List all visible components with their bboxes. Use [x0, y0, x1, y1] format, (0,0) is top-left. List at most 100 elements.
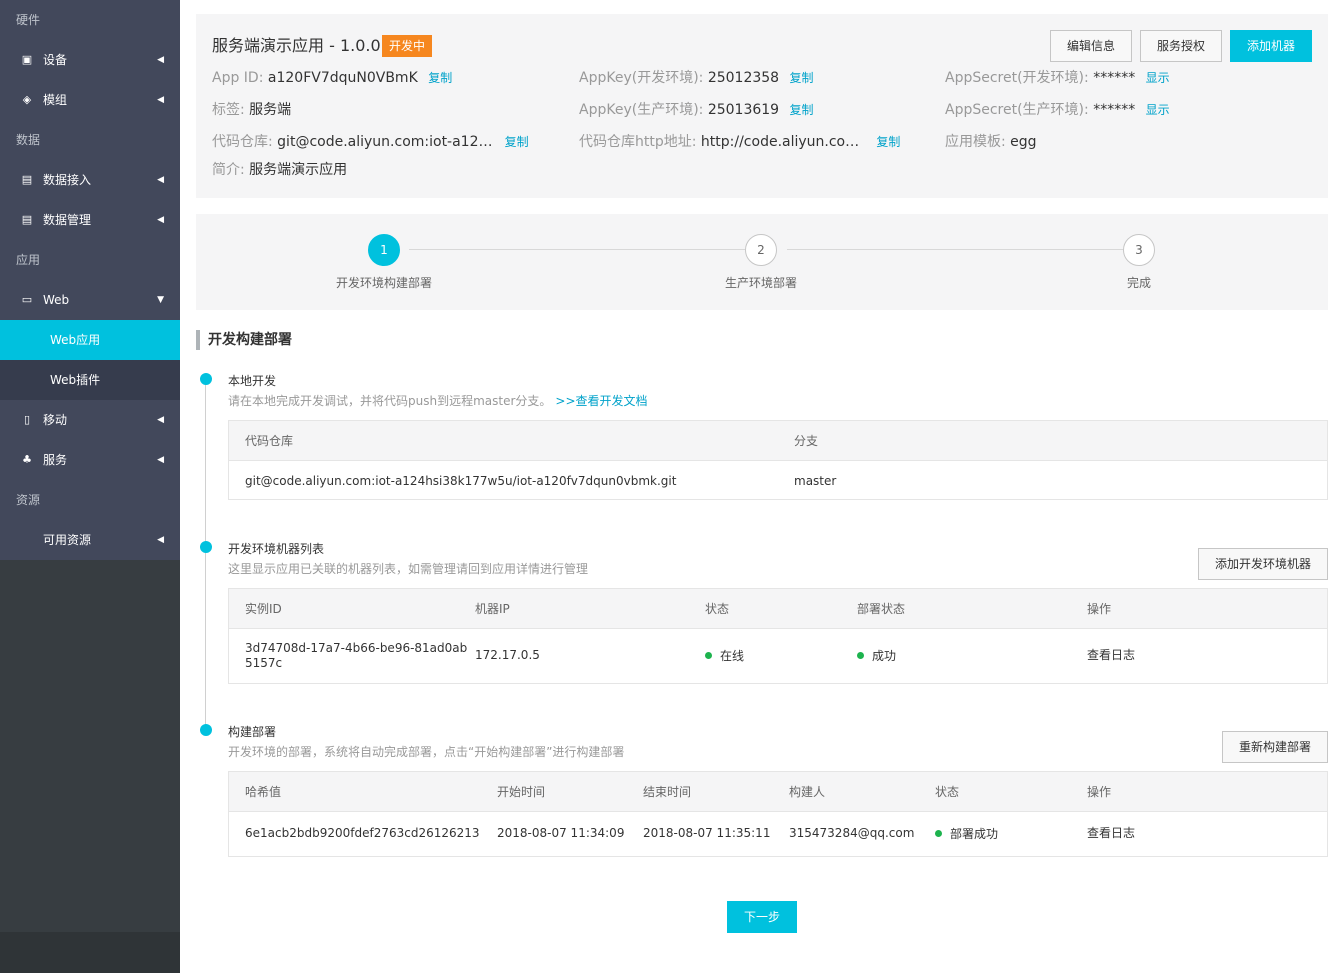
build-status-text: 部署成功: [950, 827, 999, 841]
add-machine-button[interactable]: 添加机器: [1230, 30, 1312, 62]
column-header: 代码仓库: [245, 434, 294, 448]
sidebar-item-label: 可用资源: [43, 533, 92, 547]
template-field: 应用模板: egg: [945, 132, 1037, 152]
secret-dev-value: ******: [1093, 70, 1136, 86]
local-dev-title: 本地开发: [228, 374, 277, 388]
tag-field: 标签: 服务端: [212, 100, 291, 120]
column-header: 实例ID: [245, 602, 282, 616]
column-header: 操作: [1087, 785, 1112, 799]
sidebar-menu: 硬件 ▣ 设备 ◀ ◈ 模组 ◀ 数据 ▤ 数据接入 ◀ ▤ 数据管理 ◀ 应用…: [0, 0, 180, 560]
section-title: 开发构建部署: [196, 330, 292, 350]
column-header: 操作: [1087, 602, 1112, 616]
chevron-left-icon: ◀: [157, 215, 164, 225]
branch-cell: master: [794, 474, 837, 488]
template-label: 应用模板:: [945, 134, 1006, 150]
sidebar-item-service[interactable]: ♣ 服务 ◀: [0, 440, 180, 480]
timeline-dot: [200, 724, 212, 736]
secret-prod-value: ******: [1093, 102, 1136, 118]
repo-value: git@code.aliyun.com:iot-a124hsi38k177w5u…: [277, 134, 495, 150]
column-header: 哈希值: [245, 785, 282, 799]
chevron-down-icon: ▼: [157, 295, 164, 305]
deploy-status-text: 成功: [872, 649, 897, 663]
monitor-icon: ▭: [21, 293, 33, 306]
repo-http-value: http://code.aliyun.com/iot-a124hsi38k177…: [700, 134, 866, 150]
sidebar: 硬件 ▣ 设备 ◀ ◈ 模组 ◀ 数据 ▤ 数据接入 ◀ ▤ 数据管理 ◀ 应用…: [0, 0, 180, 973]
sidebar-item-data-access[interactable]: ▤ 数据接入 ◀: [0, 160, 180, 200]
device-icon: ▣: [21, 53, 33, 66]
build-desc: 开发环境的部署，系统将自动完成部署，点击“开始构建部署”进行构建部署: [228, 745, 625, 759]
secret-dev-label: AppSecret(开发环境):: [945, 70, 1089, 86]
view-log-link[interactable]: 查看日志: [1087, 813, 1135, 853]
sidebar-item-resources[interactable]: 可用资源 ◀: [0, 520, 180, 560]
mobile-icon: ▯: [23, 413, 31, 426]
next-step-button[interactable]: 下一步: [727, 901, 797, 933]
column-header: 机器IP: [475, 602, 510, 616]
chevron-left-icon: ◀: [157, 535, 164, 545]
app-info-panel: 服务端演示应用 - 1.0.0 开发中 编辑信息 服务授权 添加机器 App I…: [196, 14, 1328, 198]
main-content: 服务端演示应用 - 1.0.0 开发中 编辑信息 服务授权 添加机器 App I…: [180, 0, 1343, 973]
database-icon: ▤: [21, 173, 33, 186]
table-header: 哈希值 开始时间 结束时间 构建人 状态 操作: [229, 772, 1327, 812]
app-id-field: App ID: a120FV7dquN0VBmK 复制: [212, 68, 452, 88]
repo-table: 代码仓库 分支 git@code.aliyun.com:iot-a124hsi3…: [228, 420, 1328, 500]
summary-field: 简介: 服务端演示应用: [212, 160, 347, 180]
deploy-status-cell: 成功: [857, 636, 896, 676]
machines-title: 开发环境机器列表: [228, 542, 325, 556]
appkey-prod-label: AppKey(生产环境):: [579, 102, 704, 118]
sidebar-item-web-plugin[interactable]: Web插件: [0, 360, 180, 400]
step-1-circle: 1: [368, 234, 400, 266]
step-2-label: 生产环境部署: [724, 276, 797, 290]
sidebar-item-device[interactable]: ▣ 设备 ◀: [0, 40, 180, 80]
service-auth-button[interactable]: 服务授权: [1140, 30, 1222, 62]
sidebar-footer[interactable]: [0, 932, 180, 973]
appkey-prod-value: 25013619: [707, 102, 780, 118]
sidebar-item-web[interactable]: ▭ Web ▼: [0, 280, 180, 320]
rebuild-button[interactable]: 重新构建部署: [1222, 731, 1328, 763]
timeline-line: [205, 384, 206, 728]
edit-info-button[interactable]: 编辑信息: [1050, 30, 1132, 62]
column-header: 部署状态: [857, 602, 906, 616]
appkey-dev-field: AppKey(开发环境): 25012358 复制: [579, 68, 814, 88]
copy-appkey-dev-link[interactable]: 复制: [790, 71, 814, 85]
sidebar-item-label: 设备: [43, 53, 68, 67]
copy-app-id-link[interactable]: 复制: [428, 71, 452, 85]
column-header: 状态: [935, 785, 960, 799]
database-icon: ▤: [21, 213, 33, 226]
chevron-left-icon: ◀: [157, 415, 164, 425]
instance-id-cell: 3d74708d-17a7-4b66-be96-81ad0ab 5157c: [245, 641, 467, 671]
chevron-left-icon: ◀: [157, 175, 164, 185]
secret-prod-field: AppSecret(生产环境): ****** 显示: [945, 100, 1170, 120]
show-secret-prod-link[interactable]: 显示: [1146, 103, 1170, 117]
dev-doc-link[interactable]: >>查看开发文档: [555, 394, 647, 408]
view-log-link[interactable]: 查看日志: [1087, 635, 1135, 675]
instance-id-line: 5157c: [245, 656, 283, 670]
hash-cell: 6e1acb2bdb9200fdef2763cd26126213: [245, 826, 480, 840]
sidebar-item-data-manage[interactable]: ▤ 数据管理 ◀: [0, 200, 180, 240]
copy-repo-http-link[interactable]: 复制: [876, 135, 900, 149]
sidebar-item-mobile[interactable]: ▯ 移动 ◀: [0, 400, 180, 440]
step-indicator: 1 2 3 开发环境构建部署 生产环境部署 完成: [196, 214, 1328, 310]
sidebar-group-app: 应用: [16, 253, 41, 267]
machine-table: 实例ID 机器IP 状态 部署状态 操作 3d74708d-17a7-4b66-…: [228, 588, 1328, 684]
copy-appkey-prod-link[interactable]: 复制: [790, 103, 814, 117]
copy-repo-link[interactable]: 复制: [505, 135, 529, 149]
status-cell: 在线: [705, 636, 744, 676]
end-time-cell: 2018-08-07 11:35:11: [643, 826, 771, 840]
sidebar-group-resources: 资源: [16, 493, 41, 507]
column-header: 开始时间: [497, 785, 546, 799]
step-2-circle: 2: [745, 234, 777, 266]
step-3-label: 完成: [1126, 276, 1151, 290]
show-secret-dev-link[interactable]: 显示: [1146, 71, 1170, 85]
sidebar-group-data: 数据: [16, 133, 41, 147]
build-status-cell: 部署成功: [935, 814, 998, 854]
sidebar-item-label: 数据接入: [43, 173, 92, 187]
sidebar-item-label: 数据管理: [43, 213, 92, 227]
sidebar-item-web-app[interactable]: Web应用: [0, 320, 180, 360]
repo-cell: git@code.aliyun.com:iot-a124hsi38k177w5u…: [245, 474, 677, 488]
add-dev-machine-button[interactable]: 添加开发环境机器: [1198, 548, 1328, 580]
sidebar-item-label: 移动: [43, 413, 68, 427]
table-header: 实例ID 机器IP 状态 部署状态 操作: [229, 589, 1327, 629]
sidebar-item-module[interactable]: ◈ 模组 ◀: [0, 80, 180, 120]
step-1-label: 开发环境构建部署: [335, 276, 432, 290]
table-row: 6e1acb2bdb9200fdef2763cd26126213 2018-08…: [229, 812, 1327, 856]
